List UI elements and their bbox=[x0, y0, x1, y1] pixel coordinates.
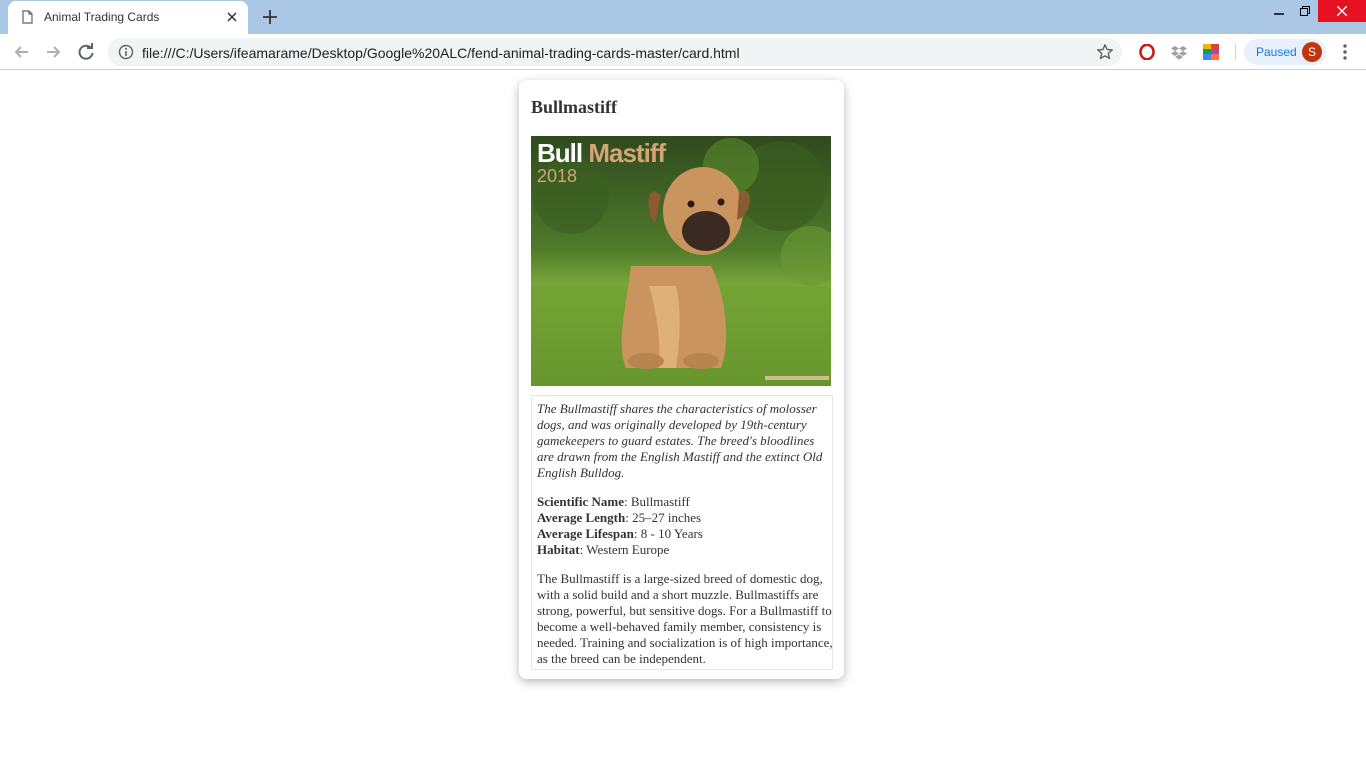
fact-label: Average Length bbox=[537, 510, 626, 525]
fact-label: Habitat bbox=[537, 542, 580, 557]
dropbox-icon[interactable] bbox=[1171, 44, 1187, 60]
fact-item: Scientific Name: Bullmastiff bbox=[537, 494, 827, 510]
page-icon bbox=[22, 10, 33, 24]
toolbar-divider bbox=[1235, 44, 1236, 60]
opera-icon[interactable] bbox=[1139, 44, 1155, 60]
profile-button[interactable]: Paused S bbox=[1244, 39, 1326, 65]
avatar: S bbox=[1302, 42, 1322, 62]
forward-arrow-icon[interactable] bbox=[43, 42, 63, 62]
fact-item: Average Length: 25–27 inches bbox=[537, 510, 827, 526]
image-caption-word2: Mastiff bbox=[588, 138, 666, 168]
fact-list: Scientific Name: Bullmastiff Average Len… bbox=[537, 494, 827, 558]
color-grid-icon[interactable] bbox=[1203, 44, 1219, 60]
fact-value: : Bullmastiff bbox=[624, 494, 690, 509]
kebab-menu-icon[interactable] bbox=[1336, 42, 1354, 62]
restore-button[interactable] bbox=[1288, 0, 1322, 22]
card-info: The Bullmastiff shares the characteristi… bbox=[531, 395, 833, 670]
minimize-icon bbox=[1274, 13, 1284, 15]
image-caption-word1: Bull bbox=[537, 138, 583, 168]
address-bar[interactable]: file:///C:/Users/ifeamarame/Desktop/Goog… bbox=[108, 38, 1122, 66]
info-icon[interactable] bbox=[118, 44, 134, 60]
fact-label: Average Lifespan bbox=[537, 526, 634, 541]
restore-icon bbox=[1300, 6, 1310, 16]
image-caption: Bull Mastiff bbox=[537, 138, 666, 169]
fact-value: : 8 - 10 Years bbox=[633, 526, 703, 541]
browser-toolbar: file:///C:/Users/ifeamarame/Desktop/Goog… bbox=[0, 34, 1366, 70]
back-arrow-icon[interactable] bbox=[12, 42, 32, 62]
window-close-button[interactable] bbox=[1318, 0, 1366, 22]
fact-item: Average Lifespan: 8 - 10 Years bbox=[537, 526, 827, 542]
reload-icon[interactable] bbox=[76, 42, 96, 62]
card-description: The Bullmastiff is a large-sized breed o… bbox=[537, 571, 833, 666]
window-close-icon bbox=[1337, 6, 1347, 16]
fact-item: Habitat: Western Europe bbox=[537, 542, 827, 558]
animal-photo: Bull Mastiff 2018 bbox=[531, 136, 831, 386]
fact-value: : Western Europe bbox=[579, 542, 670, 557]
star-icon[interactable] bbox=[1096, 43, 1114, 61]
fact-label: Scientific Name bbox=[537, 494, 625, 509]
card-intro: The Bullmastiff shares the characteristi… bbox=[537, 401, 823, 480]
tab-title: Animal Trading Cards bbox=[44, 10, 160, 24]
image-caption-year: 2018 bbox=[537, 166, 578, 186]
close-icon[interactable] bbox=[224, 9, 240, 25]
card-title: Bullmastiff bbox=[531, 97, 618, 117]
plus-icon[interactable] bbox=[260, 7, 280, 27]
fact-value: : 25–27 inches bbox=[625, 510, 702, 525]
profile-status: Paused bbox=[1256, 45, 1297, 59]
url-text[interactable]: file:///C:/Users/ifeamarame/Desktop/Goog… bbox=[142, 45, 740, 61]
window-titlebar: Animal Trading Cards bbox=[0, 0, 1366, 34]
browser-tab[interactable]: Animal Trading Cards bbox=[8, 1, 248, 34]
animal-card: Bullmastiff Bull Mastiff 2018 The Bullma… bbox=[519, 80, 844, 679]
